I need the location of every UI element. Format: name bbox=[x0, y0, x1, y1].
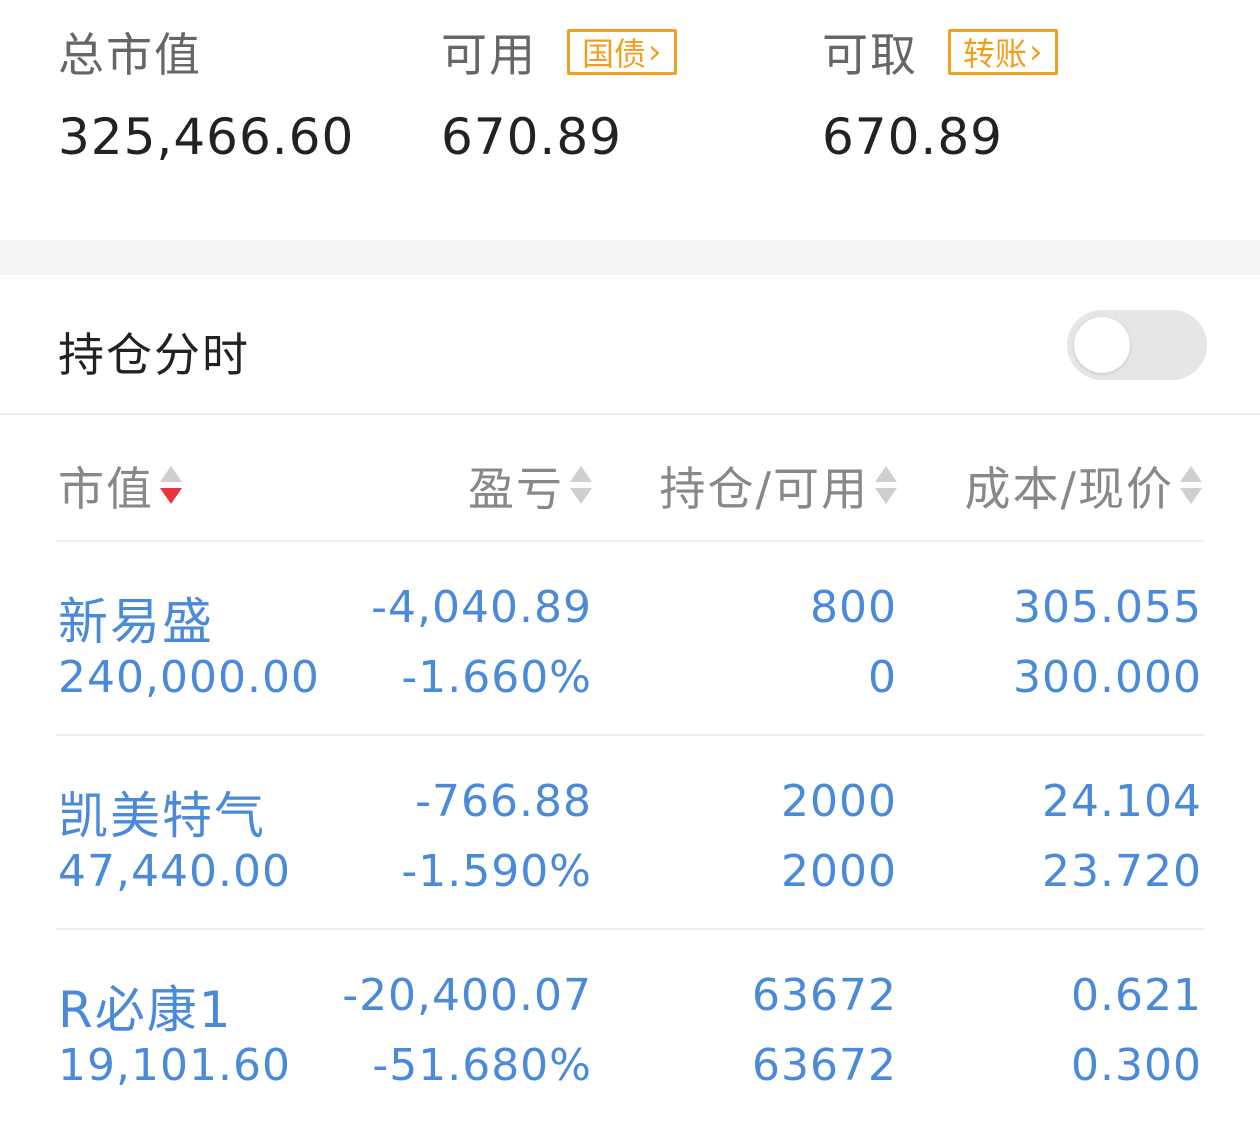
account-summary: 总市值 325,466.60 可用 国债 › 670.89 可取 转账 › 67… bbox=[0, 0, 1260, 240]
profit-loss-amount: -20,400.07 bbox=[342, 970, 592, 1021]
stock-name: 凯美特气 bbox=[58, 787, 266, 845]
withdrawable-block: 可取 转账 › 670.89 bbox=[822, 22, 1058, 166]
total-market-value-block: 总市值 325,466.60 bbox=[58, 22, 354, 166]
market-value: 47,440.00 bbox=[58, 846, 291, 897]
sort-market-value-header[interactable]: 市值 bbox=[58, 453, 182, 519]
position-timeshare-toggle[interactable] bbox=[1067, 310, 1207, 380]
available-value: 670.89 bbox=[441, 108, 622, 166]
position-qty: 2000 bbox=[781, 776, 897, 827]
cost-price-header-label: 成本/现价 bbox=[964, 462, 1174, 516]
toggle-knob bbox=[1074, 317, 1130, 373]
chevron-right-icon: › bbox=[648, 32, 662, 72]
withdrawable-value: 670.89 bbox=[822, 108, 1003, 166]
cost-price: 0.621 bbox=[1071, 970, 1202, 1021]
cost-price: 305.055 bbox=[1013, 582, 1202, 633]
available-label: 可用 bbox=[441, 28, 537, 82]
profit-loss-header-label: 盈亏 bbox=[468, 462, 564, 516]
available-qty: 2000 bbox=[781, 846, 897, 897]
profit-loss-amount: -4,040.89 bbox=[371, 582, 592, 633]
transfer-label: 转账 bbox=[963, 35, 1028, 73]
treasury-bond-label: 国债 bbox=[582, 35, 647, 73]
market-value: 19,101.60 bbox=[58, 1040, 291, 1091]
position-qty: 63672 bbox=[752, 970, 897, 1021]
total-market-value: 325,466.60 bbox=[58, 108, 355, 166]
stock-name: R必康1 bbox=[58, 981, 233, 1039]
withdrawable-label: 可取 bbox=[822, 28, 918, 82]
holding-row[interactable]: 新易盛 240,000.00 -4,040.89 -1.660% 800 0 3… bbox=[0, 542, 1260, 736]
holdings-table-header: 市值 盈亏 持仓/可用 成本/现价 bbox=[0, 415, 1260, 541]
sort-cost-price-header[interactable]: 成本/现价 bbox=[964, 453, 1202, 519]
available-qty: 63672 bbox=[752, 1040, 897, 1091]
available-qty: 0 bbox=[868, 652, 897, 703]
sort-position-header[interactable]: 持仓/可用 bbox=[659, 453, 897, 519]
current-price: 300.000 bbox=[1013, 652, 1202, 703]
available-block: 可用 国债 › 670.89 bbox=[441, 22, 677, 166]
sort-desc-active-icon bbox=[160, 464, 182, 508]
position-timeshare-label: 持仓分时 bbox=[58, 328, 250, 382]
market-value: 240,000.00 bbox=[58, 652, 320, 703]
section-divider bbox=[0, 240, 1260, 275]
holding-row[interactable]: 凯美特气 47,440.00 -766.88 -1.590% 2000 2000… bbox=[0, 736, 1260, 930]
transfer-button[interactable]: 转账 › bbox=[948, 29, 1058, 75]
stock-name: 新易盛 bbox=[58, 593, 214, 651]
current-price: 23.720 bbox=[1042, 846, 1202, 897]
sort-icon bbox=[1180, 464, 1202, 508]
position-timeshare-row: 持仓分时 bbox=[0, 275, 1260, 415]
profit-loss-percent: -1.590% bbox=[401, 846, 592, 897]
position-qty: 800 bbox=[810, 582, 897, 633]
profit-loss-percent: -1.660% bbox=[401, 652, 592, 703]
sort-icon bbox=[570, 464, 592, 508]
current-price: 0.300 bbox=[1071, 1040, 1202, 1091]
sort-icon bbox=[875, 464, 897, 508]
cost-price: 24.104 bbox=[1042, 776, 1202, 827]
treasury-bond-button[interactable]: 国债 › bbox=[567, 29, 677, 75]
market-value-header-label: 市值 bbox=[58, 462, 154, 516]
profit-loss-amount: -766.88 bbox=[415, 776, 592, 827]
holding-row[interactable]: R必康1 19,101.60 -20,400.07 -51.680% 63672… bbox=[0, 930, 1260, 1124]
total-market-value-label: 总市值 bbox=[58, 28, 202, 82]
position-header-label: 持仓/可用 bbox=[659, 462, 869, 516]
sort-profit-loss-header[interactable]: 盈亏 bbox=[468, 453, 592, 519]
chevron-right-icon: › bbox=[1029, 32, 1043, 72]
profit-loss-percent: -51.680% bbox=[372, 1040, 592, 1091]
